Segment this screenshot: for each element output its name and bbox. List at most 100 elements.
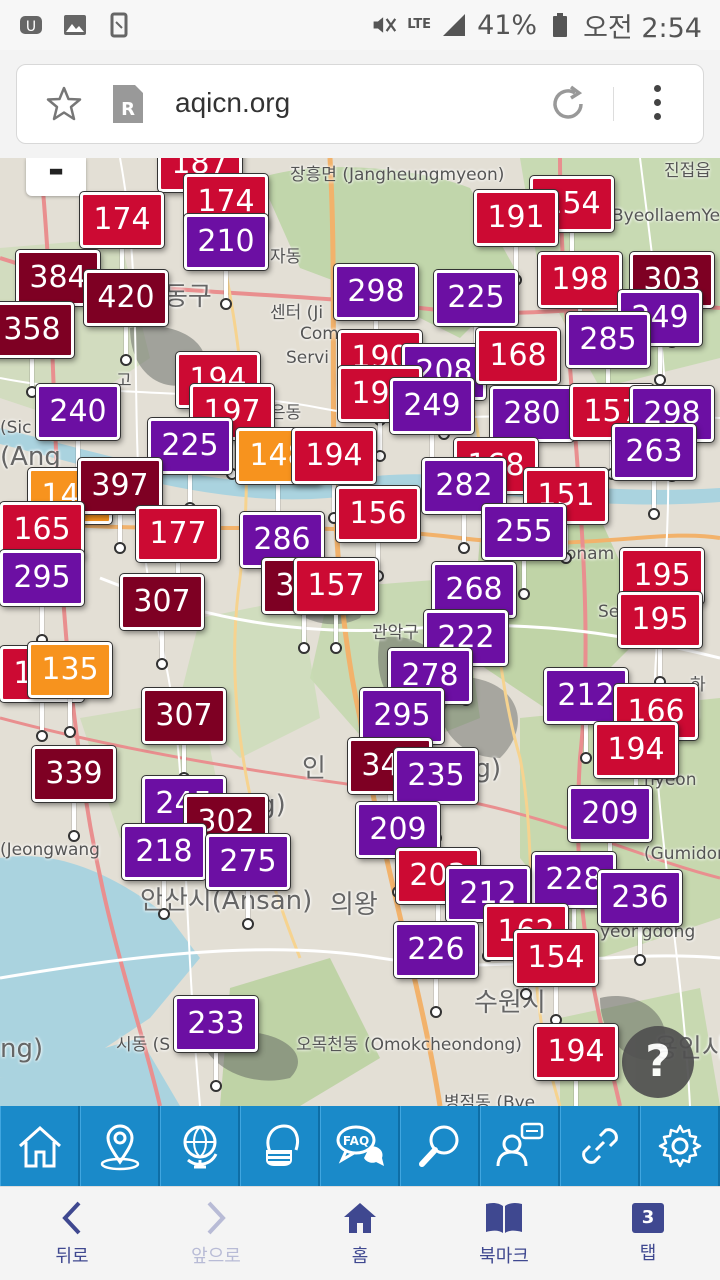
aqi-value: 275 <box>206 834 290 890</box>
aqi-value: 307 <box>120 574 204 630</box>
aqi-marker[interactable]: 236 <box>598 870 682 970</box>
home-label: 홈 <box>351 1245 369 1267</box>
aqi-value: 218 <box>122 824 206 880</box>
aqi-value: 225 <box>434 270 518 326</box>
home-button[interactable]: 홈 <box>288 1187 432 1280</box>
faq-icon[interactable]: FAQ <box>320 1106 400 1186</box>
place-label: 은동 <box>270 403 302 423</box>
browser-bottom-nav: 뒤로 앞으로 홈 북마크 3 탭 <box>0 1186 720 1280</box>
status-bar: U LTE 41% 오전 2:54 <box>0 0 720 50</box>
place-label: Servi <box>286 348 330 368</box>
aqi-value: 285 <box>566 312 650 368</box>
back-label: 뒤로 <box>55 1245 89 1267</box>
aqi-marker[interactable]: 226 <box>394 922 478 1022</box>
aqi-value: 233 <box>174 996 258 1052</box>
aqi-value: 240 <box>36 384 120 440</box>
settings-icon[interactable] <box>640 1106 720 1186</box>
marker-pin-dot <box>114 542 126 554</box>
back-button[interactable]: 뒤로 <box>0 1187 144 1280</box>
battery-percent: 41% <box>477 9 538 41</box>
map-pin-icon[interactable] <box>80 1106 160 1186</box>
aqi-marker[interactable]: 210 <box>184 214 268 314</box>
aqi-value: 168 <box>476 328 560 384</box>
tabs-button[interactable]: 3 탭 <box>576 1187 720 1280</box>
aqi-marker[interactable]: 157 <box>294 558 378 658</box>
aqi-value: 156 <box>336 486 420 542</box>
mute-icon <box>371 12 397 38</box>
help-button[interactable]: ? <box>622 1026 694 1098</box>
battery-icon <box>547 12 573 38</box>
reader-mode-icon[interactable]: R <box>111 83 145 129</box>
aqi-marker[interactable]: 135 <box>28 642 112 742</box>
aqi-marker[interactable]: 195 <box>618 592 702 692</box>
aqi-value: 295 <box>0 550 84 606</box>
svg-text:U: U <box>26 19 36 35</box>
place-label: 장흥면 (Jangheungmyeon) <box>290 165 505 185</box>
marker-pin-dot <box>580 752 592 764</box>
marker-pin-dot <box>458 542 470 554</box>
browser-home-icon <box>344 1202 376 1233</box>
aqi-marker[interactable]: 339 <box>32 746 116 846</box>
book-icon <box>486 1202 522 1233</box>
forward-button[interactable]: 앞으로 <box>144 1187 288 1280</box>
aqi-marker[interactable]: 263 <box>612 424 696 524</box>
aqi-marker[interactable]: 420 <box>84 270 168 370</box>
aqi-value: 157 <box>294 558 378 614</box>
search-icon[interactable] <box>400 1106 480 1186</box>
place-label: 인 <box>302 754 326 784</box>
home-icon[interactable] <box>0 1106 80 1186</box>
aqi-value: 194 <box>292 428 376 484</box>
forward-arrow-icon <box>207 1201 226 1234</box>
reload-icon[interactable] <box>547 83 589 129</box>
bookmarks-button[interactable]: 북마크 <box>432 1187 576 1280</box>
aqi-marker[interactable]: 295 <box>0 550 84 650</box>
marker-pin-dot <box>330 642 342 654</box>
aqi-value: 280 <box>490 386 574 442</box>
marker-pin-dot <box>648 508 660 520</box>
url-text[interactable]: aqicn.org <box>175 87 290 119</box>
svg-text:FAQ: FAQ <box>342 1134 368 1148</box>
network-type: LTE <box>407 17 432 32</box>
more-options-icon[interactable] <box>651 85 663 125</box>
place-label: Se <box>598 602 620 622</box>
address-bar[interactable]: R aqicn.org <box>16 64 704 144</box>
air-quality-map[interactable]: 장흥면 (Jangheungmyeon) 진접읍 ByeollaemYe 하 관… <box>0 158 720 1106</box>
aqi-marker[interactable]: 307 <box>142 688 226 788</box>
aqi-value: 263 <box>612 424 696 480</box>
place-label: (Gumidong <box>644 844 720 864</box>
aqi-value: 135 <box>28 642 112 698</box>
aqi-value: 191 <box>474 190 558 246</box>
aqi-marker[interactable]: 154 <box>514 930 598 1030</box>
aqi-value: 198 <box>538 252 622 308</box>
mask-icon[interactable] <box>240 1106 320 1186</box>
marker-pin-dot <box>120 354 132 366</box>
bookmarks-label: 북마크 <box>479 1245 529 1267</box>
aqi-marker[interactable]: 194 <box>534 1024 618 1106</box>
aqi-value: 195 <box>618 592 702 648</box>
globe-icon[interactable] <box>160 1106 240 1186</box>
aqi-value: 194 <box>594 722 678 778</box>
aqi-value: 249 <box>390 378 474 434</box>
place-label: 자동 <box>270 247 302 267</box>
place-label: 센터 (Ji <box>270 303 324 323</box>
support-icon[interactable] <box>480 1106 560 1186</box>
aqi-marker[interactable]: 275 <box>206 834 290 934</box>
aqi-marker[interactable]: 218 <box>122 824 206 924</box>
zoom-out-button[interactable]: - <box>26 158 86 196</box>
place-label: 오목천동 (Omokcheondong) <box>296 1035 522 1055</box>
aqi-marker[interactable]: 307 <box>120 574 204 674</box>
aqi-value: 298 <box>334 264 418 320</box>
place-label: 진접읍 <box>664 161 711 181</box>
tabs-label: 탭 <box>639 1242 657 1264</box>
aqi-marker[interactable]: 233 <box>174 996 258 1096</box>
tab-count-icon: 3 <box>632 1202 664 1233</box>
link-icon[interactable] <box>560 1106 640 1186</box>
aqi-value: 307 <box>142 688 226 744</box>
place-label: ng) <box>0 1034 44 1064</box>
place-label: 관악구 <box>372 623 419 643</box>
aqi-value: 154 <box>514 930 598 986</box>
bookmark-star-icon[interactable] <box>45 85 83 127</box>
aqi-value: 339 <box>32 746 116 802</box>
svg-text:R: R <box>121 99 135 120</box>
aqi-value: 358 <box>0 302 74 358</box>
